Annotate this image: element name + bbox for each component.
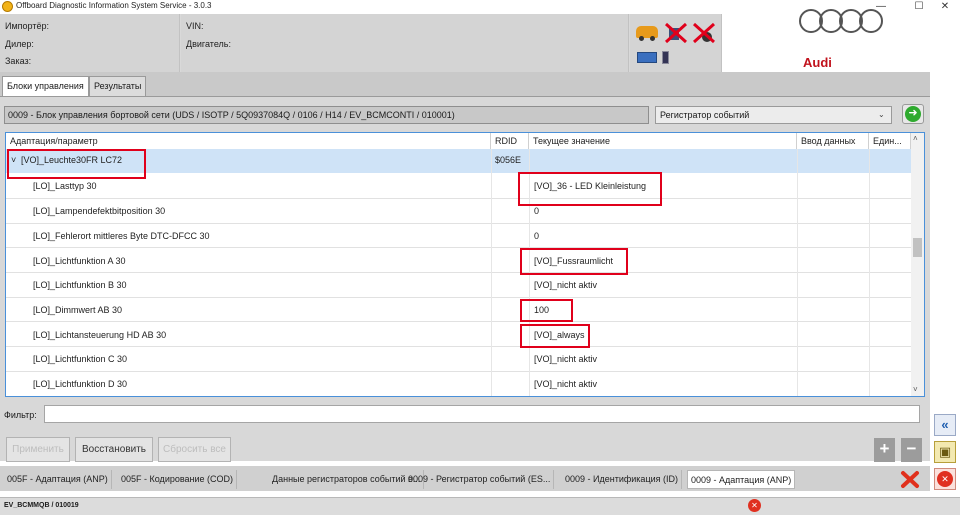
bottom-tab-active[interactable]: 0009 - Адаптация (ANP) <box>687 470 796 489</box>
row-divider <box>6 321 911 322</box>
table-scrollbar[interactable] <box>911 133 924 396</box>
param-name[interactable]: [LO]_Fehlerort mittleres Byte DTC-DFCC 3… <box>33 231 210 241</box>
bottom-tab[interactable]: Данные регистраторов событий в... <box>269 470 425 489</box>
param-name[interactable]: [LO]_Lichtfunktion A 30 <box>33 256 126 266</box>
highlight-box <box>518 172 662 206</box>
tab-results[interactable]: Результаты <box>89 76 147 96</box>
usb-icon <box>637 52 657 63</box>
vin-label: VIN: <box>186 21 204 31</box>
param-value[interactable]: [VO]_nicht aktiv <box>534 280 597 290</box>
param-value[interactable]: 0 <box>534 206 539 216</box>
importer-label: Импортёр: <box>5 21 49 31</box>
error-icon[interactable]: ✕ <box>748 499 761 512</box>
fit-window-icon[interactable]: ▣ <box>934 441 956 463</box>
scroll-down-icon[interactable]: ˅ <box>913 385 918 394</box>
collapse-panel-icon[interactable]: « <box>934 414 956 436</box>
row-divider <box>6 247 911 248</box>
highlight-box <box>520 248 628 275</box>
highlight-box <box>7 149 146 179</box>
column-header-data-input[interactable]: Ввод данных <box>797 133 869 149</box>
close-window-button[interactable]: ✕ <box>932 0 958 14</box>
group-rdid: $056E <box>495 155 522 165</box>
column-header-unit[interactable]: Един... <box>869 133 911 149</box>
vehicle-info-panel <box>181 14 629 72</box>
dealer-label: Дилер: <box>5 39 34 49</box>
chevron-down-icon[interactable]: ⌄ <box>878 107 885 123</box>
restore-button[interactable]: Восстановить <box>75 437 153 462</box>
scroll-up-icon[interactable]: ˄ <box>913 134 918 143</box>
bottom-tab[interactable]: 005F - Адаптация (ANP) <box>4 470 112 489</box>
row-divider <box>6 223 911 224</box>
param-value[interactable]: [VO]_nicht aktiv <box>534 379 597 389</box>
row-divider <box>6 198 911 199</box>
function-dropdown[interactable]: Регистратор событий <box>655 106 892 124</box>
status-text: EV_BCMMQB / 010019 <box>4 502 79 509</box>
param-value[interactable]: [VO]_nicht aktiv <box>534 354 597 364</box>
maximize-button[interactable]: ☐ <box>906 0 932 14</box>
param-name[interactable]: [LO]_Dimmwert AB 30 <box>33 305 122 315</box>
highlight-box <box>520 299 573 322</box>
row-divider <box>6 297 911 298</box>
row-divider <box>6 371 911 372</box>
no-connection-icon <box>664 22 688 44</box>
bottom-tab[interactable]: 0009 - Идентификация (ID) <box>562 470 682 489</box>
apply-button[interactable]: Применить <box>6 437 70 462</box>
minus-icon[interactable]: − <box>901 438 922 462</box>
engine-label: Двигатель: <box>186 39 231 49</box>
reset-all-button[interactable]: Сбросить все <box>158 437 231 462</box>
filter-input[interactable] <box>44 405 920 423</box>
car-wheel-icon <box>650 36 655 41</box>
column-divider <box>797 149 798 396</box>
close-circle-icon[interactable]: ✕ <box>937 471 953 487</box>
window-title: Offboard Diagnostic Information System S… <box>16 1 212 10</box>
brand-name: Audi <box>803 55 832 70</box>
param-name[interactable]: [LO]_Lichtfunktion D 30 <box>33 379 127 389</box>
column-header-current-value[interactable]: Текущее значение <box>529 133 797 149</box>
exit-panel-button[interactable]: ✕ <box>934 468 956 490</box>
column-header-parameter[interactable]: Адаптация/параметр <box>6 133 491 149</box>
row-divider <box>6 272 911 273</box>
status-bar <box>0 497 960 515</box>
plus-icon[interactable]: + <box>874 438 895 462</box>
highlight-box <box>520 324 590 348</box>
column-divider <box>869 149 870 396</box>
bottom-tab[interactable]: 005F - Кодирование (COD) <box>118 470 238 489</box>
bottom-tab[interactable]: 0009 - Регистратор событий (ES... <box>405 470 555 489</box>
tab-control-units[interactable]: Блоки управления <box>2 76 89 96</box>
audi-ring-icon <box>859 9 883 33</box>
filter-label: Фильтр: <box>4 410 37 420</box>
app-icon <box>2 1 13 12</box>
row-divider <box>6 346 911 347</box>
order-label: Заказ: <box>5 56 32 66</box>
car-wheel-icon <box>639 36 644 41</box>
column-divider <box>491 149 492 396</box>
arrow-right-icon[interactable]: ➜ <box>905 106 921 122</box>
no-ignition-icon <box>692 22 716 44</box>
scrollbar-thumb[interactable] <box>913 238 922 257</box>
ecu-path-field: 0009 - Блок управления бортовой сети (UD… <box>4 106 649 124</box>
param-name[interactable]: [LO]_Lichtansteuerung HD AB 30 <box>33 330 166 340</box>
param-value[interactable]: 0 <box>534 231 539 241</box>
close-all-tabs-icon[interactable] <box>900 470 920 489</box>
param-name[interactable]: [LO]_Lichtfunktion B 30 <box>33 280 127 290</box>
column-header-rdid[interactable]: RDID <box>491 133 529 149</box>
param-name[interactable]: [LO]_Lampendefektbitposition 30 <box>33 206 165 216</box>
param-name[interactable]: [LO]_Lichtfunktion C 30 <box>33 354 127 364</box>
device-icon <box>662 51 669 64</box>
param-name[interactable]: [LO]_Lasttyp 30 <box>33 181 97 191</box>
